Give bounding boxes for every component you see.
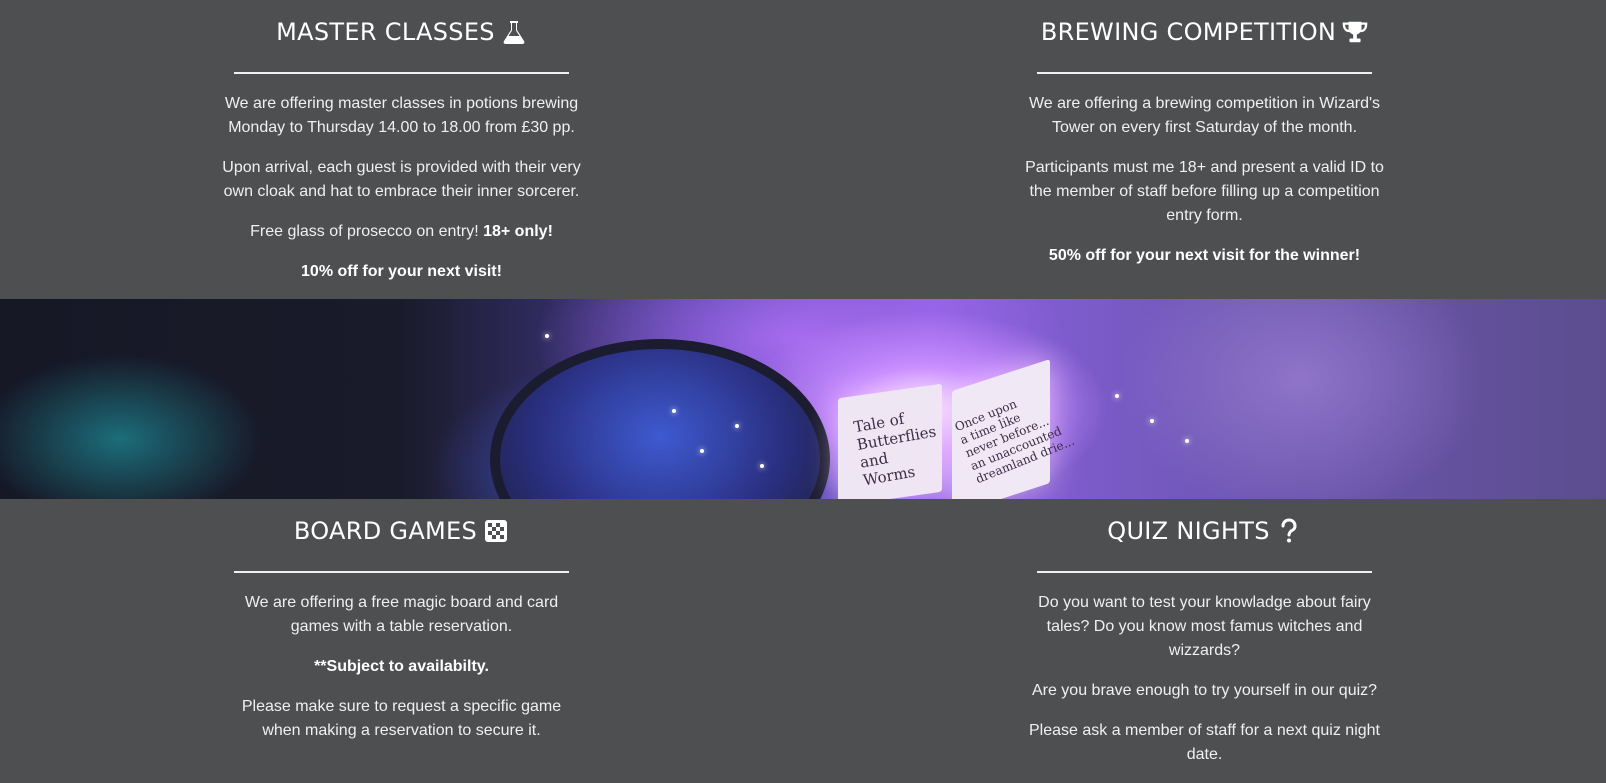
brewing-competition-p2: Participants must me 18+ and present a v… — [1025, 159, 1384, 224]
top-section: MASTER CLASSES We are offering master cl… — [0, 0, 1606, 299]
banner-book-left-text: Tale of Butterflies and Worms — [852, 409, 938, 490]
board-games-column: BOARD GAMES We are offering a free magic… — [0, 499, 803, 776]
banner-sparkle — [672, 409, 676, 413]
quiz-nights-card: QUIZ NIGHTS Do you want to test your kno… — [1025, 499, 1385, 783]
board-games-card: BOARD GAMES We are offering a free magic… — [222, 499, 582, 759]
master-classes-p3-text: Free glass of prosecco on entry! — [250, 223, 484, 240]
master-classes-p3: Free glass of prosecco on entry! 18+ onl… — [250, 220, 553, 244]
banner-sparkle — [545, 334, 549, 338]
master-classes-heading: MASTER CLASSES — [276, 16, 527, 48]
brewing-competition-p3: 50% off for your next visit for the winn… — [1048, 247, 1361, 264]
brewing-competition-title: BREWING COMPETITION — [1040, 18, 1337, 46]
board-games-heading: BOARD GAMES — [294, 515, 509, 547]
brewing-competition-p1: We are offering a brewing competition in… — [1028, 95, 1381, 136]
board-games-p3: Please make sure to request a specific g… — [241, 698, 562, 739]
master-classes-p1: We are offering master classes in potion… — [224, 95, 579, 136]
brewing-competition-heading: BREWING COMPETITION — [1041, 16, 1368, 48]
master-classes-divider — [234, 72, 569, 74]
banner-sparkle — [1150, 419, 1154, 423]
banner-image: Tale of Butterflies and Worms Once upon … — [0, 299, 1606, 499]
banner-cauldron — [490, 339, 830, 499]
bottom-section: BOARD GAMES We are offering a free magic… — [0, 499, 1606, 776]
checkerboard-icon — [483, 518, 509, 544]
banner-sparkle — [1185, 439, 1189, 443]
banner-sparkle — [760, 464, 764, 468]
master-classes-p3-bold: 18+ only! — [483, 223, 553, 240]
board-games-p1: We are offering a free magic board and c… — [244, 594, 559, 635]
flask-icon — [501, 19, 527, 45]
quiz-nights-p1: Do you want to test your knowladge about… — [1038, 594, 1371, 659]
board-games-title: BOARD GAMES — [293, 517, 478, 545]
quiz-nights-divider — [1037, 571, 1372, 573]
board-games-divider — [234, 571, 569, 573]
question-icon — [1276, 518, 1302, 544]
quiz-nights-heading: QUIZ NIGHTS — [1107, 515, 1301, 547]
brewing-competition-card: BREWING COMPETITION We are offering a br… — [1025, 0, 1385, 284]
banner-sparkle — [735, 424, 739, 428]
master-classes-p4: 10% off for your next visit! — [301, 263, 502, 280]
trophy-icon — [1342, 19, 1368, 45]
board-games-p2: **Subject to availabilty. — [314, 658, 489, 675]
quiz-nights-p3: Please ask a member of staff for a next … — [1029, 722, 1380, 763]
master-classes-column: MASTER CLASSES We are offering master cl… — [0, 0, 803, 299]
quiz-nights-p2: Are you brave enough to try yourself in … — [1031, 682, 1378, 699]
quiz-nights-column: QUIZ NIGHTS Do you want to test your kno… — [803, 499, 1606, 776]
quiz-nights-title: QUIZ NIGHTS — [1107, 517, 1270, 545]
banner-sparkle — [1115, 394, 1119, 398]
brewing-competition-divider — [1037, 72, 1372, 74]
master-classes-title: MASTER CLASSES — [276, 18, 495, 46]
master-classes-card: MASTER CLASSES We are offering master cl… — [222, 0, 582, 300]
master-classes-p2: Upon arrival, each guest is provided wit… — [222, 159, 581, 200]
banner-sparkle — [700, 449, 704, 453]
brewing-competition-column: BREWING COMPETITION We are offering a br… — [803, 0, 1606, 299]
